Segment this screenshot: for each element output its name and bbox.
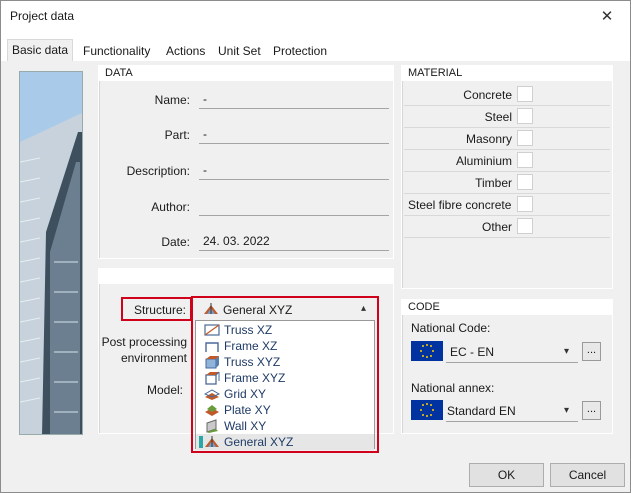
wall-xy-icon [204,419,220,433]
dialog-title: Project data [10,9,75,23]
material-row-steel-fibre: Steel fibre concrete [404,195,610,216]
option-label: Wall XY [224,419,267,433]
national-annex-value: Standard EN [447,404,516,418]
code-group: CODE National Code: EC - EN ▾ ... Nation… [401,299,613,434]
material-row-masonry: Masonry [404,129,610,150]
post-processing-label: Post processing environment [101,335,187,365]
chevron-up-icon: ▴ [361,303,367,314]
date-label: Date: [161,235,190,249]
national-code-browse-button[interactable]: ... [582,342,601,361]
steel-label: Steel [484,110,512,124]
truss-xyz-icon [204,355,220,369]
general-xyz-icon [204,435,220,449]
tab-functionality[interactable]: Functionality [79,41,154,61]
masonry-label: Masonry [465,132,512,146]
frame-xz-icon [204,339,220,353]
option-label: Truss XYZ [224,355,281,369]
project-photo [19,71,83,435]
model-label: Model: [146,383,183,397]
masonry-checkbox[interactable] [517,130,533,146]
other-label: Other [481,220,512,234]
name-label: Name: [154,93,190,107]
general-xyz-icon [203,302,219,319]
national-code-label: National Code: [411,321,491,335]
material-row-concrete: Concrete [404,85,610,106]
timber-checkbox[interactable] [517,174,533,190]
chevron-down-icon: ▾ [564,346,570,357]
truss-xz-icon [204,323,220,337]
structure-option-plate-xy[interactable]: Plate XY [196,402,374,418]
national-annex-select[interactable]: Standard EN ▾ [446,400,578,422]
aluminium-label: Aluminium [455,154,512,168]
option-label: Plate XY [224,403,271,417]
author-label: Author: [151,200,190,214]
option-label: Frame XZ [224,339,278,353]
part-field[interactable]: - [199,127,389,144]
data-group-header: DATA [99,66,393,81]
national-annex-browse-button[interactable]: ... [582,401,601,420]
material-group: MATERIAL Concrete Steel Masonry Aluminiu… [401,65,613,289]
data-group: DATA Name: - Part: - Description: - Auth… [98,65,394,259]
description-field[interactable]: - [199,163,389,180]
material-row-steel: Steel [404,107,610,128]
structure-option-frame-xz[interactable]: Frame XZ [196,338,374,354]
steel-checkbox[interactable] [517,108,533,124]
aluminium-checkbox[interactable] [517,152,533,168]
structure-option-grid-xy[interactable]: Grid XY [196,386,374,402]
other-checkbox[interactable] [517,218,533,234]
ok-button[interactable]: OK [469,463,544,487]
name-field[interactable]: - [199,92,389,109]
option-label: Frame XYZ [224,371,286,385]
structure-selected-value: General XYZ [223,303,293,317]
structure-option-general-xyz[interactable]: General XYZ [196,434,374,450]
steel-fibre-concrete-checkbox[interactable] [517,196,533,212]
tab-protection[interactable]: Protection [269,41,331,61]
structure-select[interactable]: General XYZ ▴ [195,299,375,320]
material-row-aluminium: Aluminium [404,151,610,172]
structure-option-frame-xyz[interactable]: Frame XYZ [196,370,374,386]
concrete-label: Concrete [463,88,512,102]
structure-option-wall-xy[interactable]: Wall XY [196,418,374,434]
option-label: General XYZ [224,435,294,449]
code-group-header: CODE [402,300,612,315]
tab-bar: Basic data Functionality Actions Unit Se… [1,31,630,61]
option-label: Truss XZ [224,323,273,337]
cancel-button[interactable]: Cancel [550,463,625,487]
chevron-down-icon: ▾ [564,405,570,416]
title-bar: Project data ✕ [1,1,630,31]
material-row-other: Other [404,217,610,238]
part-label: Part: [164,128,190,142]
national-annex-label: National annex: [411,381,495,395]
material-row-timber: Timber [404,173,610,194]
material-group-header: MATERIAL [402,66,612,81]
basic-data-panel: DATA Name: - Part: - Description: - Auth… [7,61,624,453]
author-field[interactable] [199,199,389,216]
option-label: Grid XY [224,387,267,401]
grid-xy-icon [203,387,221,401]
tab-unit-set[interactable]: Unit Set [214,41,265,61]
structure-option-truss-xz[interactable]: Truss XZ [196,322,374,338]
date-field[interactable]: 24. 03. 2022 [199,234,389,251]
structure-option-truss-xyz[interactable]: Truss XYZ [196,354,374,370]
concrete-checkbox[interactable] [517,86,533,102]
plate-xy-icon [204,403,220,417]
eu-flag-icon [411,400,443,420]
eu-flag-icon [411,341,443,361]
tab-actions[interactable]: Actions [162,41,209,61]
structure-options-list: Truss XZ Frame XZ Truss XYZ Frame XYZ Gr… [195,320,375,450]
timber-label: Timber [475,176,512,190]
steel-fibre-concrete-label: Steel fibre concrete [408,198,512,212]
project-data-dialog: Project data ✕ Basic data Functionality … [0,0,631,493]
tab-basic-data[interactable]: Basic data [7,39,74,61]
national-code-value: EC - EN [450,345,495,359]
close-icon[interactable]: ✕ [584,1,630,31]
structure-group-header [99,269,393,284]
description-label: Description: [126,164,190,178]
national-code-select[interactable]: EC - EN ▾ [446,341,578,363]
structure-label: Structure: [133,303,186,317]
frame-xyz-icon [204,371,220,385]
